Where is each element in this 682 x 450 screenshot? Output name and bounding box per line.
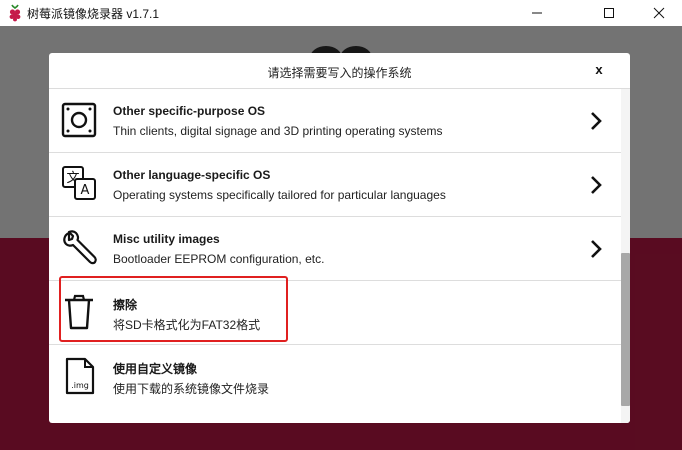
os-item-description: 使用下载的系统镜像文件烧录	[113, 382, 270, 396]
wrench-icon	[63, 230, 97, 265]
close-button[interactable]	[636, 0, 682, 26]
chevron-right-icon	[591, 240, 602, 258]
os-item-language-specific[interactable]: 文 A Other language-specific OS Operating…	[49, 153, 621, 217]
trash-icon	[65, 294, 93, 330]
os-item-description: Bootloader EEPROM configuration, etc.	[113, 252, 325, 266]
maximize-button[interactable]	[586, 0, 632, 26]
chevron-right-icon	[591, 176, 602, 194]
os-selection-dialog: 请选择需要写入的操作系统 x Other specific-purpose OS…	[49, 53, 630, 423]
os-item-title: 擦除	[113, 298, 138, 312]
minimize-icon	[532, 12, 542, 14]
os-item-misc-utility[interactable]: Misc utility images Bootloader EEPROM co…	[49, 217, 621, 281]
os-item-custom-image[interactable]: .img 使用自定义镜像 使用下载的系统镜像文件烧录	[49, 345, 621, 408]
os-item-description: Operating systems specifically tailored …	[113, 188, 446, 202]
dialog-close-button[interactable]: x	[591, 61, 607, 79]
os-list: Other specific-purpose OS Thin clients, …	[49, 89, 621, 423]
close-icon	[653, 7, 665, 19]
svg-text:A: A	[81, 183, 90, 198]
os-item-title: Misc utility images	[113, 232, 220, 246]
os-item-erase[interactable]: 擦除 将SD卡格式化为FAT32格式	[49, 281, 621, 345]
os-item-description: Thin clients, digital signage and 3D pri…	[113, 124, 443, 138]
dialog-title: 请选择需要写入的操作系统	[267, 66, 412, 80]
dialog-header: 请选择需要写入的操作系统 x	[49, 53, 630, 89]
img-file-icon: .img	[65, 357, 95, 395]
raspberry-pi-logo-icon	[9, 4, 21, 22]
svg-text:.img: .img	[71, 381, 89, 390]
title-bar: 树莓派镜像烧录器 v1.7.1	[0, 0, 682, 26]
specific-purpose-os-icon	[61, 102, 97, 138]
os-item-description: 将SD卡格式化为FAT32格式	[113, 318, 261, 332]
window-title: 树莓派镜像烧录器 v1.7.1	[27, 7, 160, 21]
scrollbar-thumb[interactable]	[621, 253, 630, 406]
os-item-title: 使用自定义镜像	[113, 362, 198, 376]
language-translate-icon: 文 A	[62, 166, 96, 200]
os-item-specific-purpose[interactable]: Other specific-purpose OS Thin clients, …	[49, 89, 621, 153]
maximize-icon	[604, 8, 614, 18]
chevron-right-icon	[591, 112, 602, 130]
os-item-title: Other specific-purpose OS	[113, 104, 266, 118]
os-item-title: Other language-specific OS	[113, 168, 271, 182]
minimize-button[interactable]	[514, 0, 560, 26]
